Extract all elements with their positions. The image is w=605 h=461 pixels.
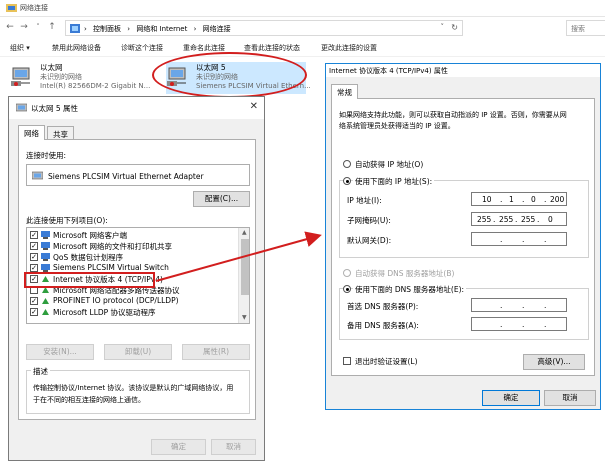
ip-octet: 200 [550,195,565,204]
manual-ip-label: 使用下面的 IP 地址(S): [353,176,435,187]
ip-settings-group: 使用下面的 IP 地址(S): IP 地址(I): 10 . 1 . 0 . 2… [339,176,589,258]
validate-label: 退出时验证设置(L) [355,357,418,366]
ip-address-field[interactable]: 10 . 1 . 0 . 200 [471,192,567,206]
gateway-label: 默认网关(D): [347,236,392,245]
ipv4-properties-dialog: Internet 协议版本 4 (TCP/IPv4) 属性 常规 如果网络支持此… [325,63,601,410]
ip-dot: . [544,195,547,204]
auto-ip-label: 自动获得 IP 地址(O) [355,160,424,169]
intro-text-2: 络系统管理员处获得适当的 IP 设置。 [339,122,455,130]
auto-dns-radio[interactable] [343,269,351,277]
dns-dot: . [522,320,525,329]
dns-dot: . [522,301,525,310]
ip-octet: 10 [482,195,492,204]
tab-general[interactable]: 常规 [331,84,358,99]
ip-address-label: IP 地址(I): [347,196,382,205]
auto-dns-label: 自动获得 DNS 服务器地址(B) [355,269,455,278]
dialog-title: Internet 协议版本 4 (TCP/IPv4) 属性 [329,67,448,75]
mask-dot: . [537,215,540,224]
ip-octet: 1 [509,195,514,204]
validate-checkbox[interactable] [343,357,351,365]
ip-dot: . [500,195,503,204]
auto-ip-radio[interactable] [343,160,351,168]
mask-octet: 0 [548,215,553,224]
mask-dot: . [493,215,496,224]
alternate-dns-field[interactable]: . . . [471,317,567,331]
ip-dot: . [522,195,525,204]
ok-button[interactable]: 确定 [482,390,540,406]
subnet-mask-label: 子网掩码(U): [347,216,391,225]
intro-text-1: 如果网络支持此功能，则可以获取自动指派的 IP 设置。否则，你需要从网 [339,111,567,119]
manual-dns-radio[interactable] [343,285,351,293]
general-tab-panel: 如果网络支持此功能，则可以获取自动指派的 IP 设置。否则，你需要从网 络系统管… [331,98,595,376]
mask-octet: 255 [521,215,536,224]
tab-network[interactable]: 网络 [18,125,45,140]
dns-dot: . [500,320,503,329]
gateway-dot: . [522,235,525,244]
advanced-button[interactable]: 高级(V)... [523,354,585,370]
dns-dot: . [544,301,547,310]
ip-octet: 0 [531,195,536,204]
subnet-mask-field[interactable]: 255 . 255 . 255 . 0 [471,212,567,226]
manual-dns-label: 使用下面的 DNS 服务器地址(E): [353,284,467,295]
gateway-dot: . [500,235,503,244]
manual-ip-radio[interactable] [343,177,351,185]
preferred-dns-field[interactable]: . . . [471,298,567,312]
gateway-dot: . [544,235,547,244]
gateway-field[interactable]: . . . [471,232,567,246]
preferred-dns-label: 首选 DNS 服务器(P): [347,302,419,311]
dialog-titlebar: Internet 协议版本 4 (TCP/IPv4) 属性 [326,64,600,77]
cancel-button[interactable]: 取消 [544,390,596,406]
dns-dot: . [544,320,547,329]
mask-octet: 255 [477,215,492,224]
mask-octet: 255 [499,215,514,224]
dns-settings-group: 使用下面的 DNS 服务器地址(E): 首选 DNS 服务器(P): . . .… [339,284,589,340]
mask-dot: . [515,215,518,224]
alternate-dns-label: 备用 DNS 服务器(A): [347,321,419,330]
dns-dot: . [500,301,503,310]
